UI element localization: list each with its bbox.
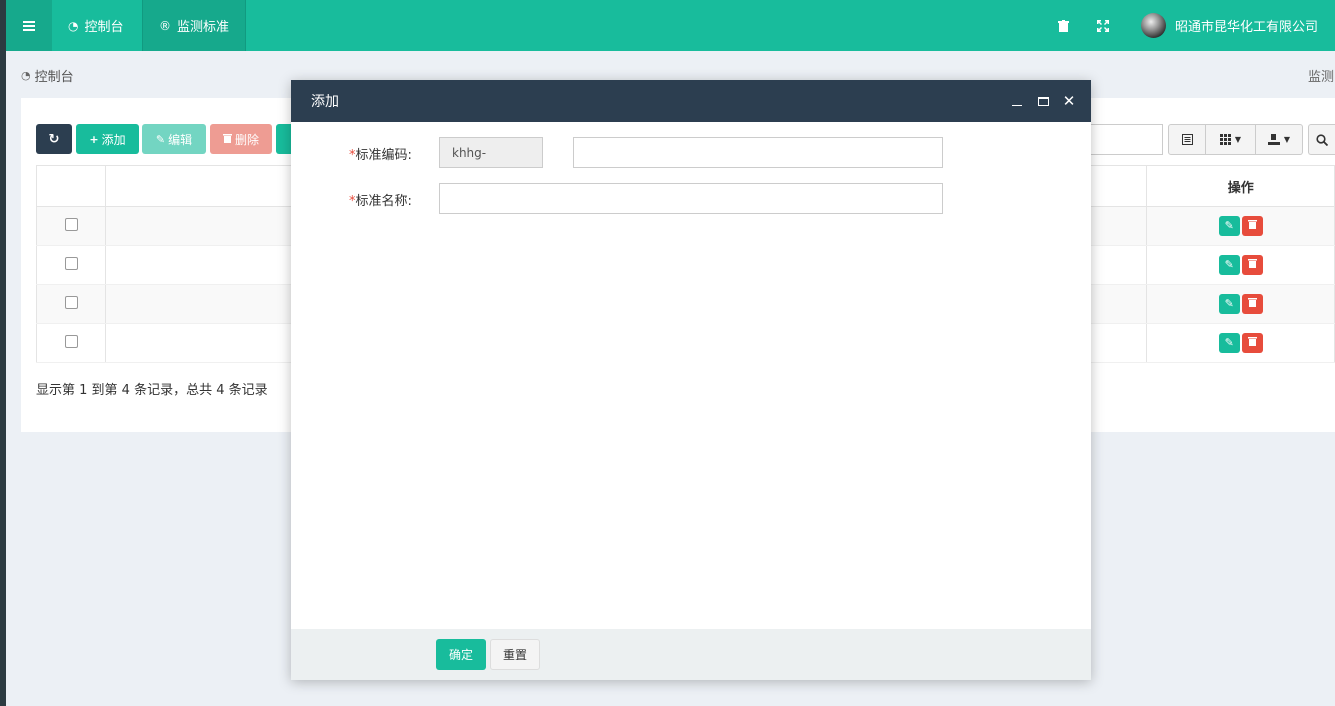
- actions-cell: ✎: [1146, 284, 1335, 324]
- dashboard-icon: ◔: [21, 69, 31, 82]
- caret-down-icon: ▼: [1283, 135, 1291, 144]
- dashboard-icon: ◔: [68, 18, 79, 33]
- maximize-icon: [1037, 96, 1049, 106]
- close-icon: ✕: [1062, 92, 1076, 110]
- search-button[interactable]: [1308, 124, 1335, 155]
- registered-icon: ®: [159, 18, 171, 33]
- row-checkbox-cell: [35, 206, 107, 246]
- breadcrumb: ◔ 控制台: [21, 66, 74, 85]
- pagination-info: 显示第 1 到第 4 条记录，总共 4 条记录: [36, 383, 268, 398]
- row-checkbox[interactable]: [64, 334, 78, 348]
- top-right-tools: 昭通市昆华化工有限公司: [1043, 0, 1318, 51]
- breadcrumb-label[interactable]: 控制台: [35, 66, 74, 85]
- export-dropdown-button[interactable]: ▼: [1256, 124, 1303, 155]
- pencil-icon: ✎: [155, 132, 166, 146]
- minimize-button[interactable]: [1005, 80, 1029, 122]
- actions-cell: ✎: [1146, 245, 1335, 285]
- row-checkbox[interactable]: [64, 256, 78, 270]
- row-edit-button[interactable]: ✎: [1218, 216, 1240, 236]
- field-label-code: *标准编码:: [349, 148, 412, 163]
- row-delete-button[interactable]: [1241, 216, 1263, 236]
- refresh-button[interactable]: ↻: [36, 124, 72, 154]
- row-checkbox[interactable]: [64, 295, 78, 309]
- column-header-actions: 操作: [1146, 165, 1335, 207]
- fullscreen-icon[interactable]: [1083, 0, 1123, 51]
- trash-icon[interactable]: [1043, 0, 1083, 51]
- name-input[interactable]: [439, 183, 943, 214]
- row-checkbox[interactable]: [64, 217, 78, 231]
- actions-cell: ✎: [1146, 323, 1335, 363]
- delete-button[interactable]: 删除: [210, 124, 272, 154]
- row-delete-button[interactable]: [1241, 333, 1263, 353]
- nav-tab-monitoring-standard[interactable]: ® 监测标准: [142, 0, 247, 51]
- avatar[interactable]: [1141, 13, 1166, 38]
- top-navbar: ◔ 控制台 ® 监测标准 昭通市昆华化工有限公司: [6, 0, 1335, 51]
- actions-cell: ✎: [1146, 206, 1335, 246]
- dialog-header[interactable]: 添加 ✕: [291, 80, 1091, 122]
- delete-button-label: 删除: [234, 132, 259, 147]
- select-all-header: [35, 165, 107, 207]
- toggle-view-button[interactable]: [1168, 124, 1206, 155]
- trash-icon: [222, 133, 232, 146]
- hamburger-icon: [23, 20, 35, 31]
- confirm-button[interactable]: 确定: [436, 639, 486, 670]
- breadcrumb-right: 监测: [1308, 70, 1335, 85]
- row-edit-button[interactable]: ✎: [1218, 255, 1240, 275]
- company-name[interactable]: 昭通市昆华化工有限公司: [1175, 16, 1318, 35]
- close-button[interactable]: ✕: [1057, 80, 1081, 122]
- left-sidebar-edge: [0, 0, 6, 706]
- row-checkbox-cell: [35, 323, 107, 363]
- row-delete-button[interactable]: [1241, 294, 1263, 314]
- export-icon: [1267, 134, 1280, 145]
- reset-button[interactable]: 重置: [490, 639, 540, 670]
- nav-tab-dashboard[interactable]: ◔ 控制台: [52, 0, 140, 51]
- grid-icon: [1219, 134, 1231, 145]
- row-edit-button[interactable]: ✎: [1218, 333, 1240, 353]
- minimize-icon: [1012, 104, 1022, 106]
- row-delete-button[interactable]: [1241, 255, 1263, 275]
- nav-tab-label: 监测标准: [177, 20, 230, 35]
- code-input[interactable]: [573, 137, 943, 168]
- nav-tab-label: 控制台: [84, 20, 124, 35]
- list-icon: [1181, 134, 1193, 145]
- add-button[interactable]: + 添加: [76, 124, 139, 154]
- add-button-label: 添加: [101, 132, 126, 147]
- row-checkbox-cell: [35, 284, 107, 324]
- maximize-button[interactable]: [1031, 80, 1055, 122]
- search-icon: [1316, 133, 1328, 146]
- search-input[interactable]: [1091, 124, 1163, 155]
- edit-button[interactable]: ✎ 编辑: [142, 124, 206, 154]
- row-checkbox-cell: [35, 245, 107, 285]
- caret-down-icon: ▼: [1234, 135, 1242, 144]
- plus-icon: +: [89, 132, 99, 146]
- edit-button-label: 编辑: [168, 132, 193, 147]
- refresh-icon: ↻: [48, 131, 60, 147]
- field-label-name: *标准名称:: [349, 194, 412, 209]
- sidebar-toggle-button[interactable]: [6, 0, 52, 51]
- row-edit-button[interactable]: ✎: [1218, 294, 1240, 314]
- dialog-footer: 确定 重置: [291, 629, 1091, 680]
- code-prefix-field: khhg-: [439, 137, 543, 168]
- dialog-title: 添加: [311, 94, 339, 110]
- add-dialog: 添加 ✕ *标准编码: khhg- *标准名称: 确定 重置: [291, 80, 1091, 680]
- columns-dropdown-button[interactable]: ▼: [1206, 124, 1256, 155]
